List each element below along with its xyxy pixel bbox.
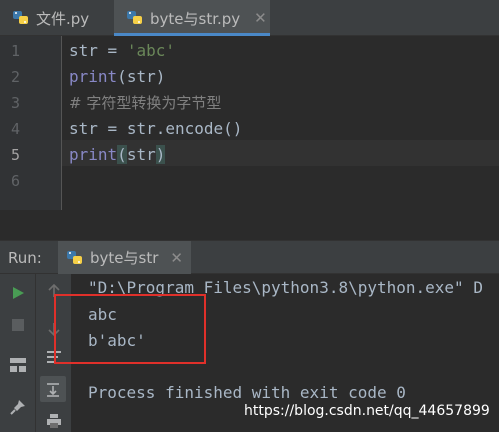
code-token: str xyxy=(126,67,156,86)
run-icon[interactable] xyxy=(7,282,29,304)
line-number: 3 xyxy=(10,94,20,112)
line-number-gutter: 1 2 3 4 5 6 xyxy=(0,36,62,210)
code-token: print xyxy=(69,67,118,86)
code-token: ( xyxy=(117,67,127,86)
tab-wenjian-py[interactable]: 文件.py xyxy=(0,0,114,36)
code-token: str.encode() xyxy=(126,119,243,138)
layout-icon[interactable] xyxy=(7,354,29,376)
run-tool-window-header: Run: byte与str ✕ xyxy=(0,240,499,274)
code-line-1[interactable]: str = 'abc' xyxy=(69,38,175,64)
console-exit-message: Process finished with exit code 0 xyxy=(88,383,406,402)
code-line-5[interactable]: print(str) xyxy=(69,142,166,168)
run-config-tab[interactable]: byte与str ✕ xyxy=(58,241,191,274)
tab-label: 文件.py xyxy=(36,9,90,28)
run-toolbar-left xyxy=(0,274,36,432)
line-number: 4 xyxy=(10,120,20,138)
python-file-icon xyxy=(126,9,144,27)
code-token: ) xyxy=(155,67,166,86)
code-line-4[interactable]: str = str.encode() xyxy=(69,116,242,142)
python-file-icon xyxy=(12,9,30,27)
stop-icon[interactable] xyxy=(7,314,29,336)
python-file-icon xyxy=(66,249,84,267)
line-number-current: 5 xyxy=(10,146,20,164)
close-icon[interactable]: ✕ xyxy=(254,9,267,27)
scroll-end-icon[interactable] xyxy=(40,376,66,402)
run-label: Run: xyxy=(8,249,42,267)
line-number: 2 xyxy=(10,68,20,86)
line-number: 1 xyxy=(10,42,20,60)
print-icon[interactable] xyxy=(43,410,65,432)
close-icon[interactable]: ✕ xyxy=(170,249,183,267)
matched-brace: ( xyxy=(117,145,127,164)
pin-icon[interactable] xyxy=(7,396,29,418)
code-line-2[interactable]: print(str) xyxy=(69,64,165,90)
tab-byte-str-py[interactable]: byte与str.py ✕ xyxy=(114,0,270,36)
matched-brace: ) xyxy=(155,145,166,164)
watermark: https://blog.csdn.net/qq_44657899 xyxy=(244,403,490,419)
line-number: 6 xyxy=(10,172,20,190)
editor-tab-bar: 文件.py byte与str.py ✕ xyxy=(0,0,499,36)
run-tab-label: byte与str xyxy=(90,249,159,267)
code-token: 'abc' xyxy=(126,41,175,60)
code-token: str xyxy=(69,41,98,60)
code-comment: # 字符型转换为字节型 xyxy=(69,94,222,112)
code-token: print xyxy=(69,145,118,164)
code-token: = xyxy=(97,41,127,60)
highlight-box-annotation xyxy=(54,294,206,364)
code-token: str xyxy=(126,145,156,164)
code-line-3[interactable]: # 字符型转换为字节型 xyxy=(69,90,221,116)
code-token: str xyxy=(69,119,98,138)
tab-label: byte与str.py xyxy=(150,9,241,28)
code-editor[interactable]: 1 2 3 4 5 6 str = 'abc' print(str) # 字符型… xyxy=(0,36,499,210)
code-token: = xyxy=(97,119,127,138)
